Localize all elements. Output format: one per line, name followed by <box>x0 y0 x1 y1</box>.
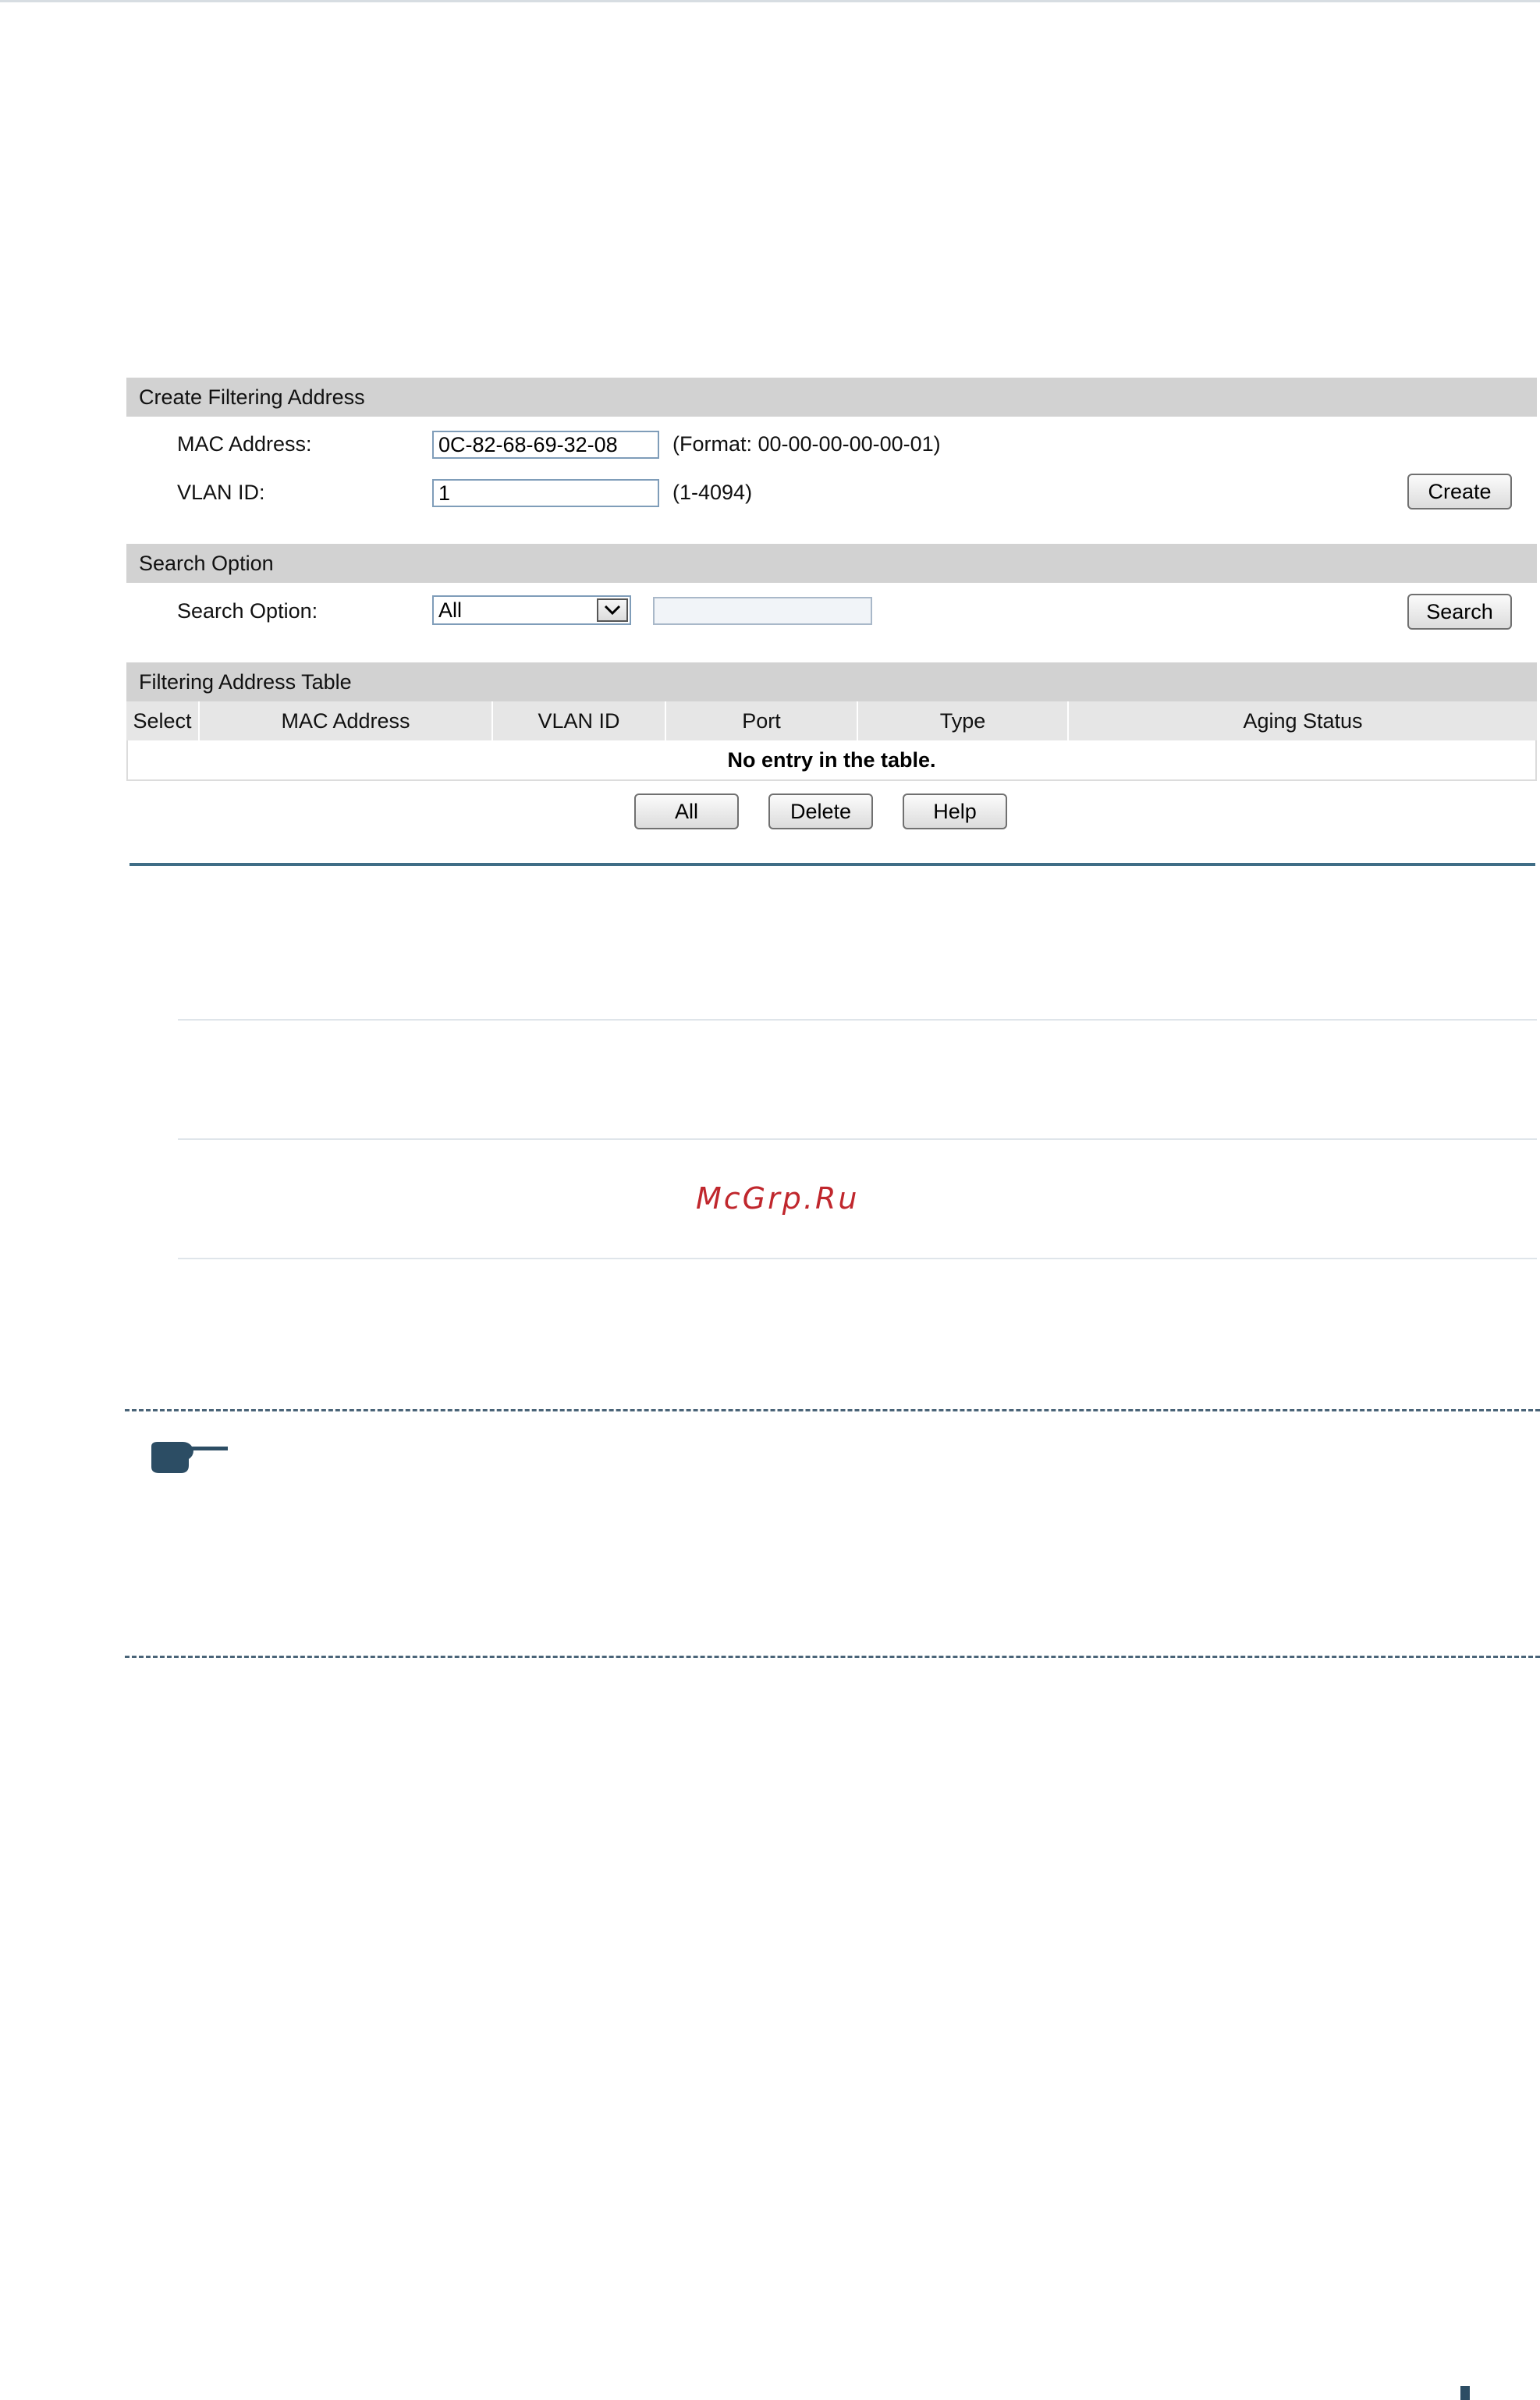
table-rule <box>178 1138 1537 1140</box>
help-button[interactable]: Help <box>903 793 1007 829</box>
create-button[interactable]: Create <box>1407 474 1512 509</box>
search-button[interactable]: Search <box>1407 594 1512 630</box>
table-rule <box>178 1019 1537 1021</box>
top-border <box>0 0 1540 2</box>
delete-button[interactable]: Delete <box>768 793 873 829</box>
table-section-header: Filtering Address Table <box>126 662 1537 701</box>
search-option-label: Search Option: <box>177 599 318 623</box>
column-header-type: Type <box>858 701 1069 740</box>
vlan-id-label: VLAN ID: <box>177 481 265 504</box>
create-section-header: Create Filtering Address <box>126 378 1537 417</box>
mac-address-label: MAC Address: <box>177 432 312 456</box>
vlan-id-input[interactable] <box>432 479 659 507</box>
search-option-select[interactable]: All <box>432 595 631 625</box>
search-value-input[interactable] <box>653 597 872 625</box>
column-header-select: Select <box>126 701 200 740</box>
column-header-aging-status: Aging Status <box>1243 709 1363 733</box>
page-corner-mark <box>1460 2386 1470 2400</box>
search-option-selected: All <box>438 598 463 622</box>
watermark-text: McGrp.Ru <box>696 1181 860 1216</box>
pointing-hand-icon <box>151 1442 228 1473</box>
column-header-mac-address: MAC Address <box>200 701 493 740</box>
table-rule <box>178 1258 1537 1259</box>
chevron-down-icon[interactable] <box>597 598 628 622</box>
select-all-button[interactable]: All <box>634 793 739 829</box>
mac-format-hint: (Format: 00-00-00-00-00-01) <box>672 432 941 456</box>
section-divider <box>130 863 1535 866</box>
vlan-range-hint: (1-4094) <box>672 481 753 504</box>
table-empty-message: No entry in the table. <box>126 740 1537 781</box>
search-section-header: Search Option <box>126 544 1537 583</box>
mac-address-input[interactable] <box>432 431 659 459</box>
column-header-port: Port <box>666 701 858 740</box>
table-header-row: Select MAC Address VLAN ID Port Type Agi… <box>126 701 1537 740</box>
note-top-border <box>125 1409 1540 1411</box>
note-bottom-border <box>125 1656 1540 1658</box>
column-header-vlan-id: VLAN ID <box>493 701 666 740</box>
